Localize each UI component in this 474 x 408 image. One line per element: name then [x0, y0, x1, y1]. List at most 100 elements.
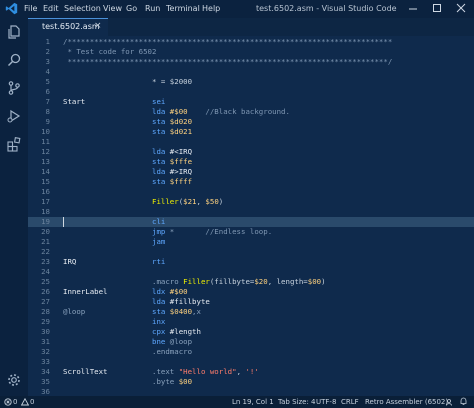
warning-icon[interactable]	[21, 398, 29, 406]
code-line[interactable]: 30 cpx #length	[28, 327, 474, 337]
code-editor[interactable]: 1 /**************************************…	[28, 36, 474, 396]
search-icon[interactable]	[6, 52, 22, 68]
code-line[interactable]: 1 /**************************************…	[28, 37, 474, 47]
code-line[interactable]: 26 InnerLabel ldx #$00	[28, 287, 474, 297]
code-line[interactable]: 10 sta $d021	[28, 127, 474, 137]
code-text: .byte $00	[63, 377, 192, 387]
source-control-icon[interactable]	[6, 80, 22, 96]
encoding[interactable]: UTF-8	[316, 398, 336, 406]
code-line[interactable]: 33	[28, 357, 474, 367]
code-line[interactable]: 4	[28, 67, 474, 77]
language-mode[interactable]: Retro Assembler (6502)	[365, 398, 448, 406]
menu-edit[interactable]: Edit	[43, 4, 59, 13]
code-line[interactable]: 7 Start sei	[28, 97, 474, 107]
code-token: (fillbyte=	[209, 276, 255, 286]
menu-view[interactable]: View	[103, 4, 122, 13]
code-line[interactable]: 22	[28, 247, 474, 257]
menu-file[interactable]: File	[24, 4, 37, 13]
code-line[interactable]: 14 lda #>IRQ	[28, 167, 474, 177]
settings-gear-icon[interactable]	[6, 372, 22, 388]
code-line[interactable]: 24	[28, 267, 474, 277]
current-code-line[interactable]: 19 cli	[28, 216, 474, 227]
code-token: .macro	[63, 276, 184, 286]
code-line[interactable]: 18	[28, 207, 474, 217]
line-number: 29	[41, 316, 50, 326]
code-line[interactable]: 11	[28, 137, 474, 147]
code-line[interactable]: 3 **************************************…	[28, 57, 474, 67]
code-line[interactable]: 16	[28, 187, 474, 197]
code-line[interactable]: 36	[28, 387, 474, 397]
code-token: bne	[63, 336, 170, 346]
maximize-icon[interactable]	[430, 2, 444, 15]
tab-label: test.6502.asm	[42, 22, 100, 31]
code-token: lda	[63, 146, 170, 156]
code-line[interactable]: 6	[28, 87, 474, 97]
tab-test-6502-asm[interactable]: test.6502.asm ×	[28, 18, 108, 36]
code-line[interactable]: 32 .endmacro	[28, 347, 474, 357]
code-text: InnerLabel ldx #$00	[63, 287, 188, 297]
close-tab-icon[interactable]: ×	[94, 21, 102, 31]
code-token: sei	[85, 96, 166, 106]
code-line[interactable]: 9 sta $d020	[28, 117, 474, 127]
code-text: sta $d020	[63, 117, 192, 127]
code-text: jmp * //Endless loop.	[63, 227, 272, 237]
code-token: jam	[63, 236, 166, 246]
minimize-icon[interactable]	[406, 2, 420, 15]
run-debug-icon[interactable]	[6, 108, 22, 124]
code-line[interactable]: 8 lda #$00 //Black background.	[28, 107, 474, 117]
line-number: 25	[41, 276, 50, 286]
notifications-bell-icon[interactable]	[459, 397, 468, 406]
code-text: lda #$00 //Black background.	[63, 107, 290, 117]
code-token: #>IRQ	[169, 166, 193, 176]
code-line[interactable]: 17 Filler($21, $50)	[28, 197, 474, 207]
line-number: 3	[45, 56, 50, 66]
menu-run[interactable]: Run	[145, 4, 160, 13]
code-token: lda	[63, 166, 170, 176]
code-text: ****************************************…	[63, 57, 392, 67]
code-token: #fillbyte	[169, 296, 210, 306]
code-line[interactable]: 15 sta $ffff	[28, 177, 474, 187]
code-line[interactable]: 25 .macro Filler(fillbyte=$20, length=$0…	[28, 277, 474, 287]
code-line[interactable]: 31 bne @loop	[28, 337, 474, 347]
menu-selection[interactable]: Selection	[64, 4, 101, 13]
code-token: "Hello world"	[178, 366, 237, 376]
code-line[interactable]: 35 .byte $00	[28, 377, 474, 387]
vscode-logo-icon	[5, 2, 18, 15]
extensions-icon[interactable]	[6, 136, 22, 152]
code-line[interactable]: 2 * Test code for 6502	[28, 47, 474, 57]
menu-go[interactable]: Go	[126, 4, 137, 13]
tab-size[interactable]: Tab Size: 4	[278, 398, 315, 406]
line-number: 14	[41, 166, 50, 176]
code-line[interactable]: 20 jmp * //Endless loop.	[28, 227, 474, 237]
code-line[interactable]: 23 IRQ rti	[28, 257, 474, 267]
error-icon[interactable]	[4, 398, 12, 406]
explorer-icon[interactable]	[6, 24, 22, 40]
error-count[interactable]: 0	[13, 398, 17, 406]
warning-count[interactable]: 0	[30, 398, 34, 406]
line-number: 36	[41, 386, 50, 396]
code-line[interactable]: 5 * = $2000	[28, 77, 474, 87]
code-text: ScrollText .text "Hello world", '!'	[63, 367, 259, 377]
menu-help[interactable]: Help	[202, 4, 220, 13]
code-line[interactable]: 29 inx	[28, 317, 474, 327]
code-line[interactable]: 34 ScrollText .text "Hello world", '!'	[28, 367, 474, 377]
code-text: lda #fillbyte	[63, 297, 210, 307]
code-token: rti	[76, 256, 166, 266]
code-line[interactable]: 28 @loop sta $0400,x	[28, 307, 474, 317]
line-number: 12	[41, 146, 50, 156]
code-line[interactable]: 12 lda #<IRQ	[28, 147, 474, 157]
close-window-icon[interactable]	[454, 2, 468, 15]
line-number: 17	[41, 196, 50, 206]
end-of-line[interactable]: CRLF	[341, 398, 359, 406]
code-line[interactable]: 21 jam	[28, 237, 474, 247]
menu-terminal[interactable]: Terminal	[166, 4, 200, 13]
feedback-icon[interactable]	[446, 398, 455, 406]
line-number: 7	[45, 96, 50, 106]
code-line[interactable]: 27 lda #fillbyte	[28, 297, 474, 307]
code-token: ldx	[107, 286, 170, 296]
cursor-position[interactable]: Ln 19, Col 1	[232, 398, 274, 406]
code-line[interactable]: 13 sta $fffe	[28, 157, 474, 167]
code-token: cpx	[63, 326, 170, 336]
code-token: )	[218, 196, 224, 206]
code-token: lda	[63, 296, 170, 306]
